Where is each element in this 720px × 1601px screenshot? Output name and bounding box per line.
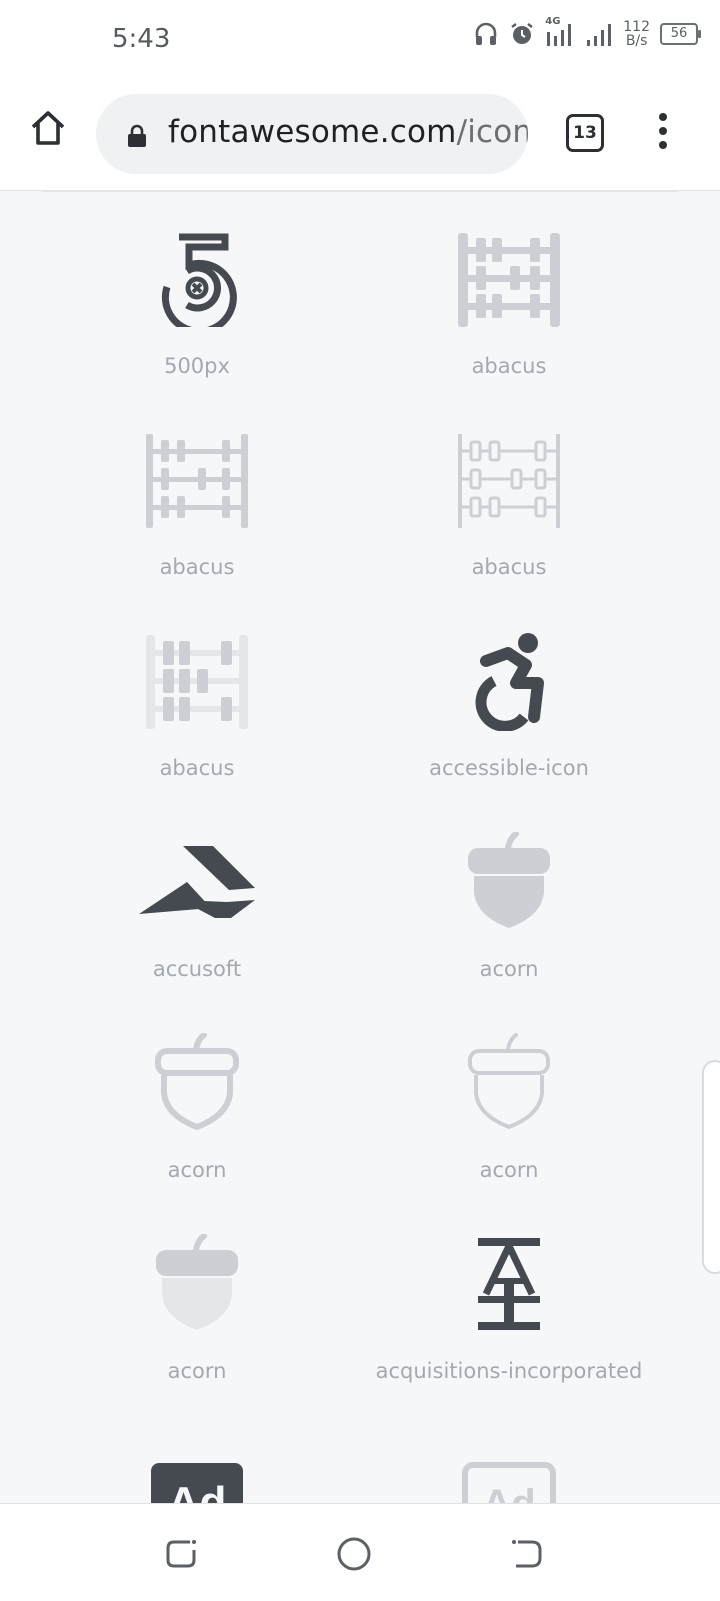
icon-card[interactable]: accusoft: [37, 803, 357, 1003]
status-time: 5:43: [112, 24, 171, 54]
acquisitions-incorporated-icon: [449, 1229, 569, 1339]
icon-label: acorn: [167, 1158, 227, 1182]
500px-icon: [137, 224, 257, 334]
alarm-icon: [511, 23, 533, 44]
network-speed: 112 B/s: [623, 20, 650, 48]
acorn-icon: [449, 1028, 569, 1138]
acorn-icon: [449, 827, 569, 937]
acorn-icon: [137, 1028, 257, 1138]
cell-network: 4G: [545, 16, 575, 48]
side-drawer-handle[interactable]: [702, 1060, 720, 1274]
icon-card[interactable]: Ad: [37, 1406, 357, 1504]
abacus-icon: [449, 425, 569, 535]
accusoft-icon: [137, 827, 257, 937]
back-icon[interactable]: [506, 1534, 546, 1574]
icon-label: 500px: [164, 354, 230, 378]
system-nav-bar: [0, 1503, 720, 1601]
icon-label: acorn: [479, 1158, 539, 1182]
acorn-icon: [137, 1229, 257, 1339]
signal-icon: [587, 24, 612, 46]
icon-label: abacus: [471, 354, 547, 378]
browser-toolbar: fontawesome.com/icons 13: [0, 80, 720, 190]
url-text: fontawesome.com/icons: [168, 114, 528, 150]
icon-card[interactable]: abacus: [37, 602, 357, 802]
headphones-icon: [475, 22, 497, 45]
abacus-icon: [449, 224, 569, 334]
home-circle-icon[interactable]: [334, 1534, 374, 1574]
icon-label: abacus: [159, 756, 235, 780]
ad-icon: Ad: [449, 1446, 569, 1504]
icon-card[interactable]: abacus: [37, 401, 357, 601]
icon-card[interactable]: 500px: [37, 200, 357, 400]
abacus-icon: [137, 626, 257, 736]
menu-icon[interactable]: [648, 110, 678, 156]
icon-label: acorn: [167, 1359, 227, 1383]
icon-card[interactable]: Ad: [349, 1406, 669, 1504]
icon-label: acorn: [479, 957, 539, 981]
tab-switcher-button[interactable]: 13: [566, 114, 604, 152]
recents-icon[interactable]: [162, 1534, 202, 1574]
icon-label: abacus: [159, 555, 235, 579]
icon-card[interactable]: abacus: [349, 200, 669, 400]
icon-card[interactable]: acorn: [37, 1004, 357, 1204]
divider: [42, 190, 678, 192]
icon-label: accessible-icon: [429, 756, 589, 780]
battery-indicator: 56: [660, 23, 701, 45]
home-icon[interactable]: [28, 108, 68, 148]
accessible-icon: [449, 626, 569, 736]
icon-label: acquisitions-incorporated: [375, 1359, 643, 1383]
icon-card[interactable]: acorn: [349, 803, 669, 1003]
icon-card[interactable]: acorn: [37, 1205, 357, 1405]
icon-card[interactable]: accessible-icon: [349, 602, 669, 802]
signal-icon: [547, 24, 572, 46]
abacus-icon: [137, 425, 257, 535]
address-bar[interactable]: fontawesome.com/icons: [96, 94, 528, 174]
status-icons: 4G 112 B/s 56: [473, 16, 701, 48]
lock-icon: [128, 124, 146, 147]
url-path: /icons: [456, 114, 528, 150]
svg-text:Ad: Ad: [482, 1482, 535, 1504]
url-host: fontawesome.com: [168, 114, 457, 150]
status-bar: 5:43 4G 112 B/s 56: [0, 0, 720, 80]
icon-label: accusoft: [152, 957, 242, 981]
icon-label: abacus: [471, 555, 547, 579]
icon-card[interactable]: acorn: [349, 1004, 669, 1204]
icon-card[interactable]: acquisitions-incorporated: [349, 1205, 669, 1405]
ad-icon: Ad: [137, 1446, 257, 1504]
svg-text:Ad: Ad: [168, 1478, 227, 1504]
icon-card[interactable]: abacus: [349, 401, 669, 601]
speed-value: 112: [623, 19, 650, 35]
speed-unit: B/s: [625, 33, 648, 49]
